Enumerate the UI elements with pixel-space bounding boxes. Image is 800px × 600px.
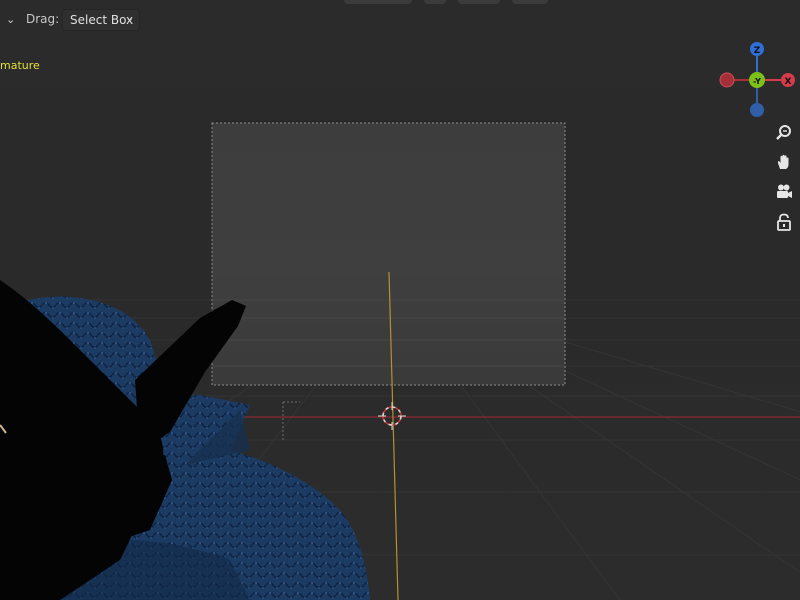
3d-cursor [378,402,406,430]
chevron-down-icon: ⌄ [125,13,134,24]
camera-icon[interactable] [772,180,796,204]
drag-select-dropdown[interactable]: Select Box ⌄ [62,9,140,31]
zoom-icon[interactable] [772,121,796,145]
header-clipped-overlay[interactable] [512,0,548,4]
viewport-scene [0,122,800,600]
object-origin-marker [282,401,300,440]
pan-hand-icon[interactable] [772,150,796,174]
object-info-text: mature [0,59,40,72]
lock-icon[interactable] [772,210,796,234]
header-clipped-button[interactable] [344,0,412,4]
3d-viewport[interactable]: ⌄ Drag: Select Box ⌄ mature Z X -Y [0,0,800,600]
drag-label: Drag: [26,12,60,26]
drag-select-value: Select Box [70,13,134,27]
camera-frame [211,122,566,386]
header-clipped-toggle[interactable] [458,0,500,4]
header-clipped-icon[interactable] [424,0,446,4]
